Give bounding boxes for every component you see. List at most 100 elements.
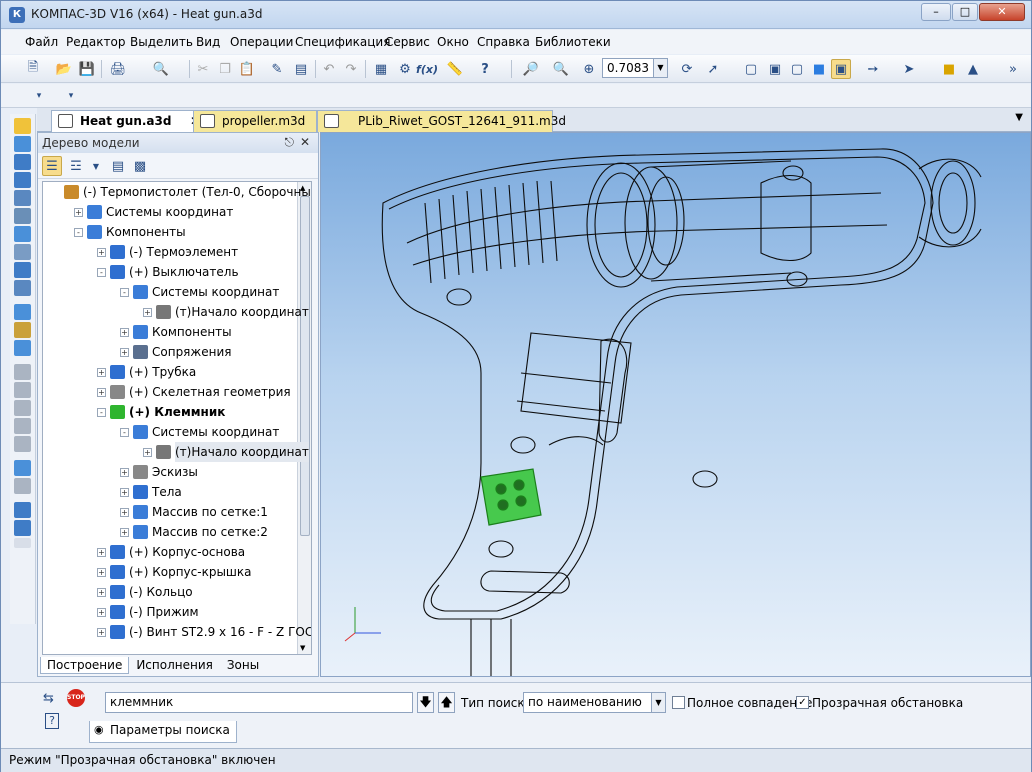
undo-icon[interactable]: ↶ [319, 59, 339, 79]
search-options-icon[interactable]: ⇆ [43, 691, 59, 707]
dimensions-icon[interactable] [14, 226, 31, 242]
menu-view[interactable]: Вид [196, 35, 220, 49]
expand-icon[interactable]: + [120, 488, 129, 497]
frames-icon[interactable] [14, 436, 31, 452]
properties-icon[interactable]: ✎ [267, 59, 287, 79]
toolbar-grip-icon[interactable]: ▾ [29, 86, 49, 106]
chevron-down-icon[interactable]: ▼ [653, 59, 667, 77]
tree-view-icon[interactable]: ☰ [42, 156, 62, 176]
mold-icon[interactable] [14, 400, 31, 416]
zoom-scale-icon[interactable]: ⊕ [579, 59, 599, 79]
menu-specification[interactable]: Спецификация [295, 35, 390, 49]
hidden-lines-icon[interactable]: ▣ [765, 59, 785, 79]
tab-executions[interactable]: Исполнения [129, 656, 220, 674]
expand-icon[interactable]: + [74, 208, 83, 217]
section-icon[interactable] [14, 340, 31, 356]
tree-item[interactable]: + (-) Термоэлемент [43, 242, 299, 262]
search-input[interactable]: клеммник [105, 692, 413, 713]
help-icon[interactable]: ? [45, 713, 59, 729]
expand-icon[interactable]: + [97, 548, 106, 557]
transparent-checkbox[interactable]: ✓ [796, 696, 809, 709]
save-icon[interactable]: 💾 [77, 59, 97, 79]
menu-operations[interactable]: Операции [230, 35, 293, 49]
search-params-tab[interactable]: ◉ Параметры поиска [89, 721, 237, 743]
expand-icon[interactable]: + [143, 448, 152, 457]
tab-construction[interactable]: Построение [40, 657, 130, 674]
new-file-icon[interactable]: 🗎 [23, 59, 43, 79]
electrical-icon[interactable] [14, 322, 31, 338]
document-icon[interactable]: ▤ [291, 59, 311, 79]
orientation-icon[interactable]: ➚ [703, 59, 723, 79]
redo-icon[interactable]: ↷ [341, 59, 361, 79]
filter-icon[interactable]: ➙ [863, 59, 883, 79]
tree-item[interactable]: - Системы координат [43, 422, 299, 442]
tree-item[interactable]: + Массив по сетке:1 [43, 502, 299, 522]
collapse-icon[interactable]: - [120, 288, 129, 297]
component-icon[interactable]: ■ [939, 59, 959, 79]
copy-icon[interactable]: ❐ [215, 59, 235, 79]
expand-icon[interactable]: + [143, 308, 152, 317]
chevron-down-icon[interactable]: ▼ [651, 693, 665, 712]
tree-item[interactable]: + Эскизы [43, 462, 299, 482]
open-file-icon[interactable]: 📂 [54, 59, 74, 79]
library-manager-icon[interactable]: ⚙ [395, 59, 415, 79]
search-up-button[interactable]: 🡅 [438, 692, 455, 713]
structure-view-icon[interactable]: ☲ [66, 156, 86, 176]
insert-icon[interactable]: ▲ [963, 59, 983, 79]
tree-item[interactable]: (-) Термопистолет (Тел-0, Сборочных е [43, 182, 311, 202]
tab-heat-gun[interactable]: Heat gun.a3d ✕ [51, 110, 207, 132]
expand-icon[interactable]: + [97, 388, 106, 397]
tab-plib-riwet[interactable]: PLib_Riwet_GOST_12641_911.m3d [317, 110, 566, 132]
tree-item[interactable]: - (+) Клеммник [43, 402, 299, 422]
spec-icon[interactable] [14, 280, 31, 296]
shaded-edges-icon[interactable]: ▣ [831, 59, 851, 79]
expand-icon[interactable]: + [120, 528, 129, 537]
scroll-down-icon[interactable]: ▼ [300, 644, 305, 652]
expand-icon[interactable]: + [97, 368, 106, 377]
shaded-icon[interactable]: ■ [809, 59, 829, 79]
standard-parts-icon[interactable] [14, 520, 31, 536]
tree-item[interactable]: - (+) Выключатель [43, 262, 299, 282]
collapse-icon[interactable]: - [97, 268, 106, 277]
expand-icon[interactable]: + [120, 508, 129, 517]
tree-item[interactable]: + Системы координат [43, 202, 299, 222]
tree-item[interactable]: + (+) Корпус-основа [43, 542, 299, 562]
tree-item[interactable]: + Компоненты [43, 322, 299, 342]
close-icon[interactable]: ✕ [300, 135, 310, 149]
print-icon[interactable]: 🖨 [108, 59, 128, 79]
tab-zones[interactable]: Зоны [220, 656, 266, 674]
library-icon[interactable] [14, 502, 31, 518]
more-tools-icon[interactable] [14, 538, 31, 548]
tree-item[interactable]: + Сопряжения [43, 342, 299, 362]
piping-icon[interactable] [14, 364, 31, 380]
toolbar-grip-icon[interactable]: ▾ [61, 86, 81, 106]
menu-file[interactable]: Файл [25, 35, 58, 49]
cut-icon[interactable]: ✂ [193, 59, 213, 79]
collapse-icon[interactable]: - [74, 228, 83, 237]
expand-icon[interactable]: + [97, 588, 106, 597]
manager-icon[interactable]: ▦ [371, 59, 391, 79]
variables-icon[interactable]: f(x) [416, 59, 438, 79]
tree-item[interactable]: - Системы координат [43, 282, 299, 302]
stop-icon[interactable]: STOP [67, 689, 85, 707]
measure-icon[interactable]: 📏 [445, 59, 465, 79]
cables-icon[interactable] [14, 382, 31, 398]
preview-icon[interactable]: 🔍 [151, 59, 171, 79]
menu-help[interactable]: Справка [477, 35, 530, 49]
render-icon[interactable] [14, 478, 31, 494]
tree-scrollbar[interactable]: ▲ ▼ [297, 182, 311, 654]
filters-icon[interactable] [14, 262, 31, 278]
expand-icon[interactable]: + [97, 608, 106, 617]
tree-item[interactable]: + (т)Начало координат [43, 442, 309, 462]
collapse-icon[interactable]: - [97, 408, 106, 417]
thin-hidden-icon[interactable]: ▢ [787, 59, 807, 79]
snap-icon[interactable]: ➤ [899, 59, 919, 79]
maximize-button[interactable]: □ [952, 3, 978, 21]
chevron-down-icon[interactable]: ▼ [86, 156, 106, 176]
zoom-window-icon[interactable]: 🔎 [521, 59, 541, 79]
expand-icon[interactable]: + [97, 248, 106, 257]
measure-tools-icon[interactable] [14, 244, 31, 260]
exact-match-checkbox[interactable] [672, 696, 685, 709]
aux-geometry-icon[interactable] [14, 208, 31, 224]
sheet-metal-icon[interactable] [14, 304, 31, 320]
